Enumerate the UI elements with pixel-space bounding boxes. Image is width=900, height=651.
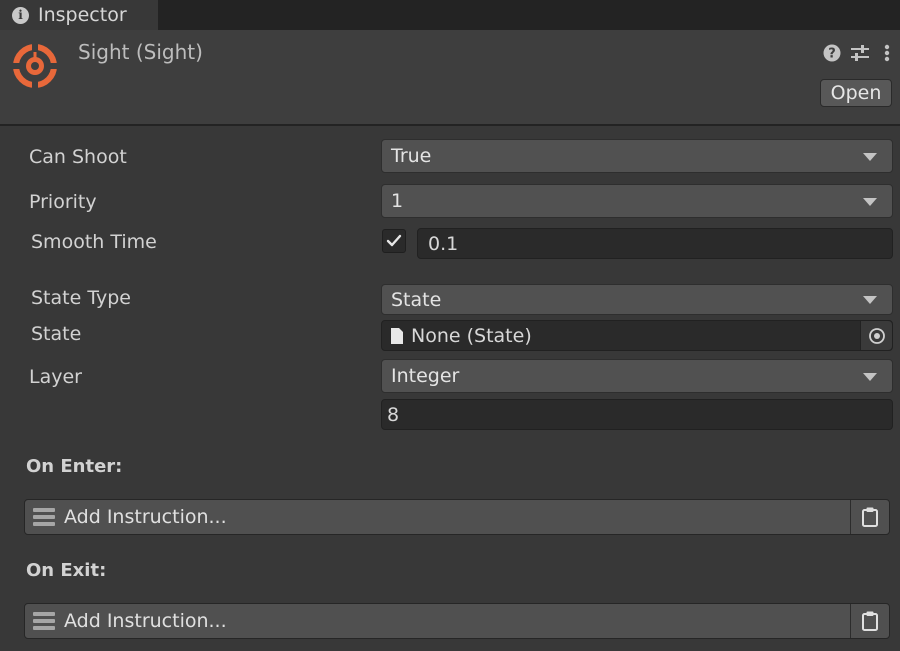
- state-object-field[interactable]: None (State): [381, 320, 893, 351]
- component-title: Sight (Sight): [78, 40, 203, 64]
- priority-value: 1: [391, 190, 404, 212]
- component-header: Sight (Sight) ? Open: [0, 30, 900, 124]
- paste-button[interactable]: [850, 604, 889, 638]
- target-icon: [11, 42, 59, 90]
- on-enter-add-instruction[interactable]: Add Instruction...: [24, 499, 890, 535]
- add-instruction-label: Add Instruction...: [64, 610, 227, 632]
- more-options-button[interactable]: [880, 42, 894, 64]
- target-picker-icon: [868, 327, 885, 344]
- chevron-down-icon: [863, 198, 877, 206]
- list-icon: [33, 612, 55, 630]
- state-value: None (State): [411, 324, 532, 347]
- state-type-label: State Type: [31, 287, 131, 309]
- chevron-down-icon: [863, 296, 877, 304]
- priority-dropdown[interactable]: 1: [381, 184, 893, 218]
- object-picker-button[interactable]: [860, 321, 892, 350]
- checkmark-icon: [386, 234, 402, 247]
- smooth-time-value: 0.1: [428, 232, 459, 255]
- smooth-time-label: Smooth Time: [31, 231, 157, 253]
- tab-bar: i Inspector: [0, 0, 900, 30]
- paste-button[interactable]: [850, 500, 889, 534]
- chevron-down-icon: [863, 373, 877, 381]
- on-exit-label: On Exit:: [26, 560, 107, 581]
- can-shoot-dropdown[interactable]: True: [381, 139, 893, 173]
- add-instruction-label: Add Instruction...: [64, 506, 227, 528]
- chevron-down-icon: [863, 153, 877, 161]
- open-button[interactable]: Open: [820, 79, 892, 107]
- more-vertical-icon: [884, 44, 890, 62]
- info-icon: i: [12, 6, 29, 24]
- tab-inspector[interactable]: i Inspector: [0, 0, 158, 30]
- help-icon: ?: [823, 44, 841, 62]
- document-icon: [391, 327, 403, 344]
- presets-button[interactable]: [849, 42, 871, 64]
- state-type-value: State: [391, 288, 442, 311]
- on-exit-add-instruction[interactable]: Add Instruction...: [24, 603, 890, 639]
- svg-text:?: ?: [828, 47, 836, 62]
- state-type-dropdown[interactable]: State: [381, 284, 893, 315]
- list-icon: [33, 508, 55, 526]
- layer-label: Layer: [29, 366, 82, 388]
- smooth-time-checkbox[interactable]: [382, 229, 406, 253]
- layer-number-input[interactable]: 8: [381, 399, 893, 430]
- can-shoot-label: Can Shoot: [29, 146, 127, 168]
- on-enter-label: On Enter:: [26, 456, 123, 477]
- can-shoot-value: True: [391, 145, 432, 167]
- layer-type-value: Integer: [391, 365, 460, 387]
- clipboard-icon: [862, 507, 878, 527]
- clipboard-icon: [862, 611, 878, 631]
- header-separator: [0, 124, 900, 126]
- layer-number-value: 8: [387, 403, 400, 426]
- help-button[interactable]: ?: [822, 42, 842, 64]
- state-label: State: [31, 323, 82, 345]
- layer-dropdown[interactable]: Integer: [381, 359, 893, 393]
- smooth-time-input[interactable]: 0.1: [417, 228, 893, 259]
- sliders-icon: [851, 45, 869, 61]
- priority-label: Priority: [29, 191, 97, 213]
- tab-label: Inspector: [38, 4, 127, 26]
